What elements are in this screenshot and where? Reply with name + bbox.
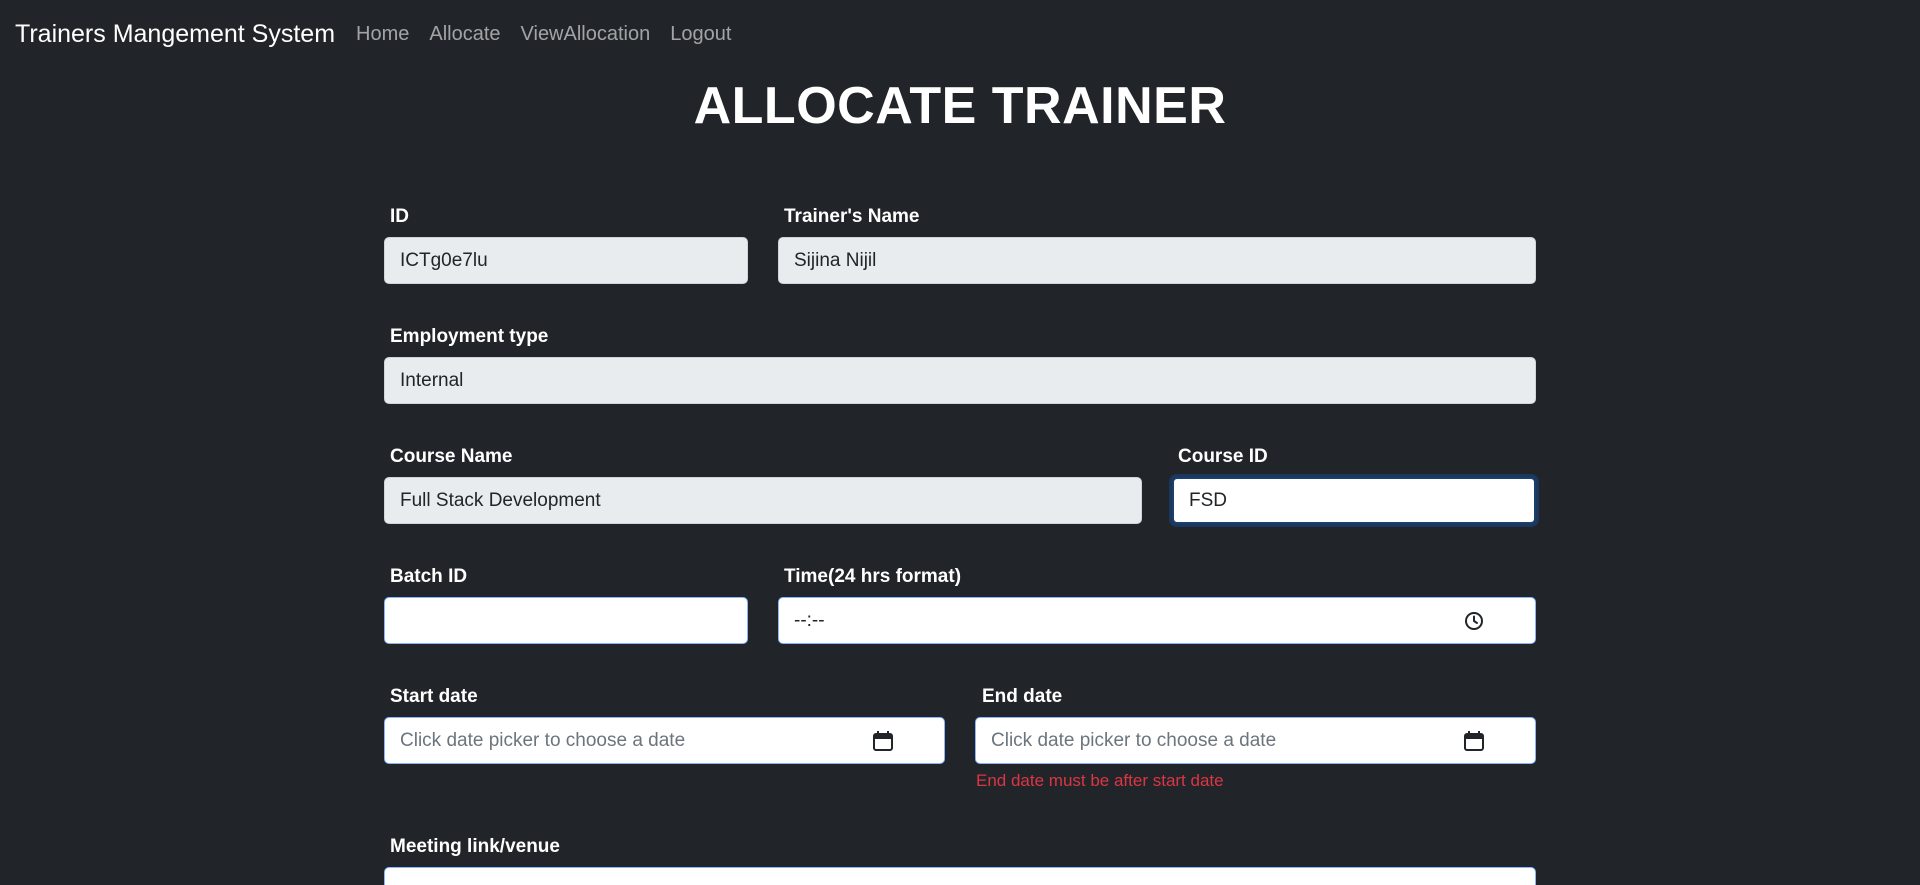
nav-viewallocation-link[interactable]: ViewAllocation: [521, 23, 651, 46]
nav-logout-link[interactable]: Logout: [670, 23, 731, 46]
page-title: ALLOCATE TRAINER: [693, 77, 1227, 135]
nav-home-link[interactable]: Home: [356, 23, 409, 46]
start-date-placeholder: Click date picker to choose a date: [400, 729, 686, 751]
trainer-name-label: Trainer's Name: [784, 206, 920, 227]
batch-id-label: Batch ID: [390, 566, 468, 587]
time-field[interactable]: --:--: [778, 597, 1536, 644]
id-label: ID: [390, 206, 409, 227]
course-id-field[interactable]: FSD: [1172, 477, 1536, 524]
time-label: Time(24 hrs format): [784, 566, 962, 587]
meeting-link-label: Meeting link/venue: [390, 836, 560, 857]
start-date-label: Start date: [390, 686, 478, 707]
calendar-icon[interactable]: [872, 730, 894, 752]
end-date-placeholder: Click date picker to choose a date: [991, 729, 1277, 751]
course-id-value: FSD: [1189, 489, 1227, 511]
calendar-icon[interactable]: [1463, 730, 1485, 752]
meeting-link-field[interactable]: [384, 867, 1536, 885]
batch-id-field[interactable]: [384, 597, 748, 644]
course-name-value: Full Stack Development: [400, 489, 601, 511]
course-name-label: Course Name: [390, 446, 513, 467]
id-value: ICTg0e7lu: [400, 249, 488, 271]
time-value: --:--: [794, 609, 825, 631]
clock-icon[interactable]: [1463, 610, 1485, 632]
employment-type-label: Employment type: [390, 326, 549, 347]
nav-links: Home Allocate ViewAllocation Logout: [356, 23, 731, 46]
brand-title[interactable]: Trainers Mangement System: [15, 20, 335, 49]
employment-type-value: Internal: [400, 369, 464, 391]
start-date-field[interactable]: Click date picker to choose a date: [384, 717, 945, 764]
trainer-name-value: Sijina Nijil: [794, 249, 877, 271]
course-id-label: Course ID: [1178, 446, 1268, 467]
trainer-name-field[interactable]: Sijina Nijil: [778, 237, 1536, 284]
nav-allocate-link[interactable]: Allocate: [429, 23, 500, 46]
end-date-error: End date must be after start date: [976, 771, 1224, 790]
end-date-label: End date: [982, 686, 1063, 707]
id-field[interactable]: ICTg0e7lu: [384, 237, 748, 284]
course-name-field[interactable]: Full Stack Development: [384, 477, 1142, 524]
navbar: Trainers Mangement System Home Allocate …: [0, 0, 1920, 72]
end-date-field[interactable]: Click date picker to choose a date: [975, 717, 1536, 764]
employment-type-field[interactable]: Internal: [384, 357, 1536, 404]
